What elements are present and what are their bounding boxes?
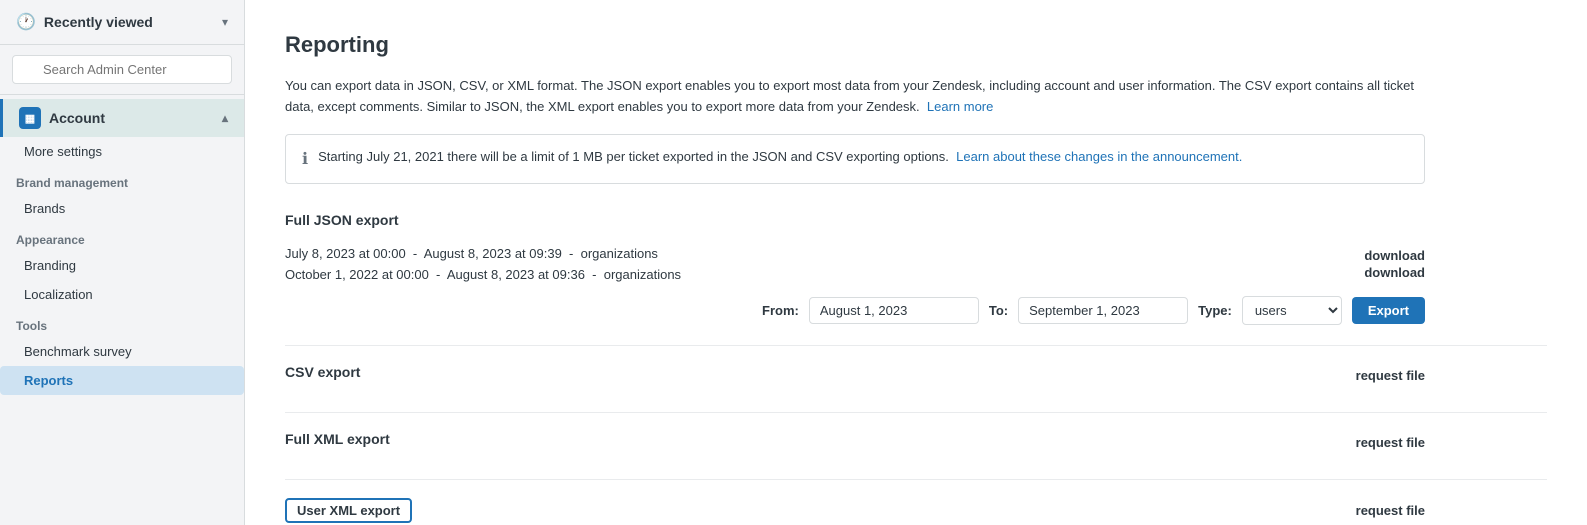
xml-export-title: Full XML export	[285, 431, 390, 447]
divider-3	[285, 479, 1547, 480]
type-select[interactable]: users organizations tickets	[1242, 296, 1342, 325]
csv-request-link[interactable]: request file	[1356, 368, 1425, 383]
announcement-link[interactable]: Learn about these changes in the announc…	[956, 149, 1242, 164]
export-button[interactable]: Export	[1352, 297, 1425, 324]
sidebar-item-brands[interactable]: Brands	[0, 194, 244, 223]
json-export-entry-2: October 1, 2022 at 00:00 - August 8, 202…	[285, 265, 681, 284]
sidebar-nav: ▦ Account ▴ More settings Brand manageme…	[0, 95, 244, 399]
xml-request-link[interactable]: request file	[1356, 435, 1425, 450]
csv-export-row: CSV export request file	[285, 360, 1425, 392]
to-input[interactable]	[1018, 297, 1188, 324]
xml-export-section: Full XML export request file	[285, 427, 1425, 459]
type-label: Type:	[1198, 303, 1232, 318]
xml-export-row: Full XML export request file	[285, 427, 1425, 459]
recently-viewed-section[interactable]: 🕐 Recently viewed ▾	[0, 0, 244, 45]
divider-1	[285, 345, 1547, 346]
tools-group-label: Tools	[0, 309, 244, 337]
recently-viewed-label: Recently viewed	[44, 14, 153, 30]
sidebar-item-branding[interactable]: Branding	[0, 251, 244, 280]
info-icon: ℹ	[302, 149, 308, 169]
description-text: You can export data in JSON, CSV, or XML…	[285, 76, 1425, 118]
user-xml-request-link[interactable]: request file	[1356, 503, 1425, 518]
user-xml-export-title: User XML export	[285, 498, 412, 523]
json-export-title: Full JSON export	[285, 212, 399, 228]
from-label: From:	[762, 303, 799, 318]
user-xml-export-row: User XML export request file	[285, 494, 1425, 525]
search-container: 🔍	[0, 45, 244, 95]
learn-more-link[interactable]: Learn more	[927, 99, 993, 114]
brand-management-group-label: Brand management	[0, 166, 244, 194]
download-link-2[interactable]: download	[1364, 265, 1425, 280]
json-export-entry-1: July 8, 2023 at 00:00 - August 8, 2023 a…	[285, 244, 681, 263]
main-content: Reporting You can export data in JSON, C…	[245, 0, 1587, 525]
csv-export-section: CSV export request file	[285, 360, 1425, 392]
sidebar-item-account[interactable]: ▦ Account ▴	[0, 99, 244, 137]
json-export-entries: July 8, 2023 at 00:00 - August 8, 2023 a…	[285, 244, 681, 284]
json-export-section: Full JSON export July 8, 2023 at 00:00 -…	[285, 208, 1425, 325]
chevron-down-icon: ▾	[222, 15, 228, 29]
sidebar-item-more-settings[interactable]: More settings	[0, 137, 244, 166]
appearance-group-label: Appearance	[0, 223, 244, 251]
to-label: To:	[989, 303, 1008, 318]
download-links-col: download download	[1364, 248, 1425, 280]
from-to-row: From: To: Type: users organizations tick…	[285, 296, 1425, 325]
search-input[interactable]	[12, 55, 232, 84]
sidebar-item-benchmark-survey[interactable]: Benchmark survey	[0, 337, 244, 366]
sidebar-item-localization[interactable]: Localization	[0, 280, 244, 309]
sidebar: 🕐 Recently viewed ▾ 🔍 ▦ Account ▴ More s…	[0, 0, 245, 525]
chevron-up-icon: ▴	[222, 111, 228, 125]
csv-export-title: CSV export	[285, 364, 360, 380]
clock-icon: 🕐	[16, 12, 36, 32]
from-input[interactable]	[809, 297, 979, 324]
json-export-header-row: Full JSON export	[285, 208, 1425, 240]
sidebar-item-reports[interactable]: Reports	[0, 366, 244, 395]
page-title: Reporting	[285, 32, 1547, 58]
info-banner: ℹ Starting July 21, 2021 there will be a…	[285, 134, 1425, 184]
account-icon: ▦	[19, 107, 41, 129]
account-label: Account	[49, 110, 105, 126]
user-xml-export-section: User XML export request file	[285, 494, 1425, 525]
divider-2	[285, 412, 1547, 413]
download-link-1[interactable]: download	[1364, 248, 1425, 263]
json-export-entries-row: July 8, 2023 at 00:00 - August 8, 2023 a…	[285, 240, 1425, 288]
